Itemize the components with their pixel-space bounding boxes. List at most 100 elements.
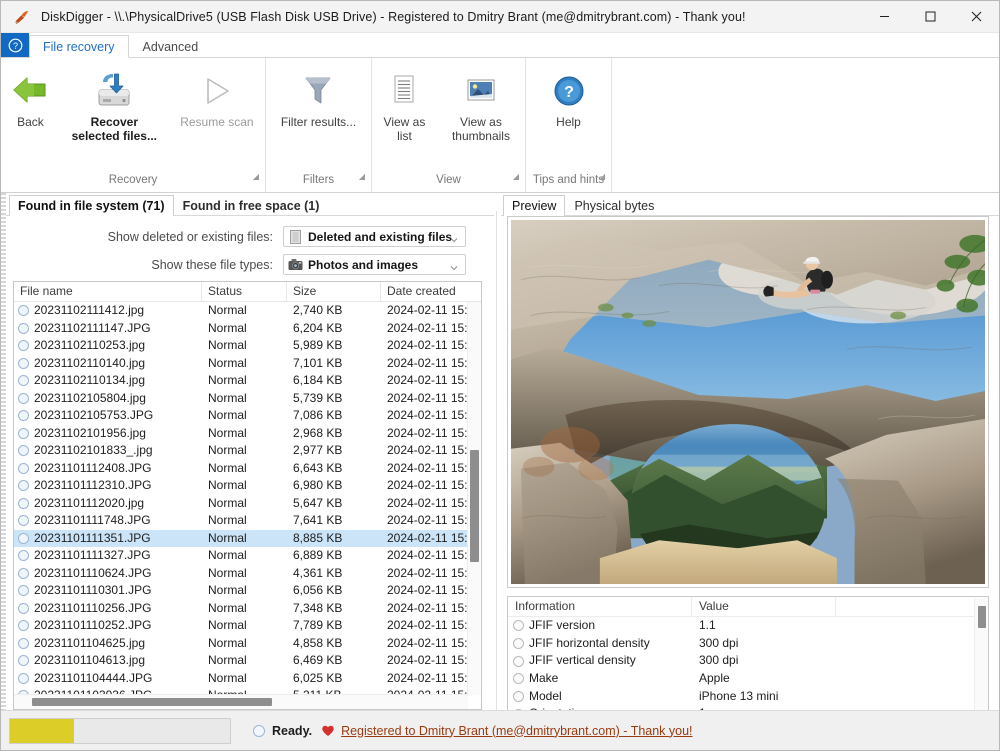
file-bullet-icon — [18, 585, 29, 596]
cell-date-created: 2024-02-11 15: — [381, 460, 481, 478]
column-header-value[interactable]: Value — [692, 597, 836, 616]
view-as-thumbnails-button[interactable]: View as thumbnails — [437, 66, 525, 143]
metadata-body[interactable]: JFIF version1.1JFIF horizontal density30… — [508, 617, 988, 714]
table-row[interactable]: 20231102101833_.jpgNormal2,977 KB2024-02… — [14, 442, 481, 460]
table-row[interactable]: 20231101112310.JPGNormal6,980 KB2024-02-… — [14, 477, 481, 495]
file-name-text: 20231101104444.JPG — [34, 670, 152, 688]
metadata-key-text: Make — [529, 670, 558, 688]
scrollbar-thumb[interactable] — [978, 606, 986, 628]
cell-status: Normal — [202, 302, 287, 320]
table-row[interactable]: 20231101112408.JPGNormal6,643 KB2024-02-… — [14, 460, 481, 478]
scrollbar-thumb[interactable] — [470, 450, 479, 562]
view-as-list-button[interactable]: View as list — [372, 66, 437, 143]
cell-file-name: 20231101110252.JPG — [14, 617, 202, 635]
column-header-date-created[interactable]: Date created — [381, 282, 481, 301]
ribbon-group-filters: Filter results... Filters ◢ — [266, 58, 372, 192]
table-row[interactable]: 20231102111147.JPGNormal6,204 KB2024-02-… — [14, 320, 481, 338]
metadata-row[interactable]: JFIF horizontal density300 dpi — [508, 635, 988, 653]
maximize-button[interactable] — [907, 1, 953, 32]
tab-preview[interactable]: Preview — [503, 195, 565, 216]
tab-found-in-free-space[interactable]: Found in free space (1) — [174, 195, 329, 216]
metadata-header: Information Value — [508, 597, 988, 617]
file-types-dropdown[interactable]: Photos and images — [283, 254, 466, 275]
table-row[interactable]: 20231101111351.JPGNormal8,885 KB2024-02-… — [14, 530, 481, 548]
cell-date-created: 2024-02-11 15: — [381, 337, 481, 355]
table-row[interactable]: 20231101104444.JPGNormal6,025 KB2024-02-… — [14, 670, 481, 688]
cell-date-created: 2024-02-11 15: — [381, 512, 481, 530]
table-row[interactable]: 20231102101956.jpgNormal2,968 KB2024-02-… — [14, 425, 481, 443]
metadata-row[interactable]: JFIF vertical density300 dpi — [508, 652, 988, 670]
tab-advanced[interactable]: Advanced — [129, 35, 213, 58]
cell-status: Normal — [202, 460, 287, 478]
cell-file-name: 20231101111351.JPG — [14, 530, 202, 548]
tab-physical-bytes[interactable]: Physical bytes — [565, 195, 663, 216]
table-row[interactable]: 20231101104613.jpgNormal6,469 KB2024-02-… — [14, 652, 481, 670]
recovery-dialog-launcher-icon[interactable]: ◢ — [253, 167, 259, 187]
registration-link[interactable]: Registered to Dmitry Brant (me@dmitrybra… — [341, 724, 692, 738]
cell-date-created: 2024-02-11 15: — [381, 425, 481, 443]
column-header-status[interactable]: Status — [202, 282, 287, 301]
table-row[interactable]: 20231101112020.jpgNormal5,647 KB2024-02-… — [14, 495, 481, 513]
file-bullet-icon — [18, 550, 29, 561]
table-row[interactable]: 20231102110134.jpgNormal6,184 KB2024-02-… — [14, 372, 481, 390]
metadata-row[interactable]: JFIF version1.1 — [508, 617, 988, 635]
table-row[interactable]: 20231101110252.JPGNormal7,789 KB2024-02-… — [14, 617, 481, 635]
cell-file-name: 20231102110134.jpg — [14, 372, 202, 390]
table-row[interactable]: 20231102105753.JPGNormal7,086 KB2024-02-… — [14, 407, 481, 425]
tab-file-recovery[interactable]: File recovery — [29, 35, 129, 58]
minimize-button[interactable] — [861, 1, 907, 32]
table-row[interactable]: 20231101110624.JPGNormal4,361 KB2024-02-… — [14, 565, 481, 583]
table-row[interactable]: 20231101111748.JPGNormal7,641 KB2024-02-… — [14, 512, 481, 530]
table-row[interactable]: 20231101104625.jpgNormal4,858 KB2024-02-… — [14, 635, 481, 653]
table-row[interactable]: 20231102110253.jpgNormal5,989 KB2024-02-… — [14, 337, 481, 355]
metadata-table: Information Value JFIF version1.1JFIF ho… — [507, 596, 989, 714]
app-help-button[interactable]: ? — [1, 33, 29, 57]
file-list-vertical-scrollbar[interactable] — [467, 302, 481, 695]
file-name-text: 20231101110256.JPG — [34, 600, 151, 618]
cell-status: Normal — [202, 407, 287, 425]
tab-found-in-file-system[interactable]: Found in file system (71) — [9, 195, 174, 216]
file-name-text: 20231101110301.JPG — [34, 582, 151, 600]
scrollbar-thumb[interactable] — [32, 698, 272, 706]
cell-size: 4,858 KB — [287, 635, 381, 653]
cell-status: Normal — [202, 372, 287, 390]
cell-size: 5,739 KB — [287, 390, 381, 408]
cell-size: 8,885 KB — [287, 530, 381, 548]
metadata-row[interactable]: ModeliPhone 13 mini — [508, 688, 988, 706]
file-bullet-icon — [18, 480, 29, 491]
file-list-body[interactable]: 20231102111412.jpgNormal2,740 KB2024-02-… — [14, 302, 481, 709]
resume-scan-button[interactable]: Resume scan — [174, 66, 259, 129]
column-header-file-name[interactable]: File name — [14, 282, 202, 301]
column-header-information[interactable]: Information — [508, 597, 692, 616]
file-name-text: 20231101112020.jpg — [34, 495, 144, 513]
column-header-size[interactable]: Size — [287, 282, 381, 301]
pane-splitter[interactable] — [494, 193, 501, 722]
deleted-existing-dropdown[interactable]: Deleted and existing files — [283, 226, 466, 247]
table-row[interactable]: 20231101110256.JPGNormal7,348 KB2024-02-… — [14, 600, 481, 618]
close-button[interactable] — [953, 1, 999, 32]
metadata-key-text: JFIF vertical density — [529, 652, 636, 670]
metadata-vertical-scrollbar[interactable] — [974, 598, 988, 712]
metadata-bullet-icon — [513, 638, 524, 649]
cell-file-name: 20231102105753.JPG — [14, 407, 202, 425]
view-dialog-launcher-icon[interactable]: ◢ — [513, 167, 519, 187]
file-name-text: 20231102110253.jpg — [34, 337, 145, 355]
back-button[interactable]: Back — [6, 66, 54, 129]
tips-dialog-launcher-icon[interactable]: ◢ — [599, 167, 605, 187]
metadata-row[interactable]: MakeApple — [508, 670, 988, 688]
help-button[interactable]: ? Help — [546, 66, 592, 129]
column-header-extra[interactable] — [836, 597, 988, 616]
table-row[interactable]: 20231102111412.jpgNormal2,740 KB2024-02-… — [14, 302, 481, 320]
cell-date-created: 2024-02-11 15: — [381, 670, 481, 688]
file-list-horizontal-scrollbar[interactable] — [14, 694, 468, 709]
filters-dialog-launcher-icon[interactable]: ◢ — [359, 167, 365, 187]
filter-results-button[interactable]: Filter results... — [275, 66, 362, 129]
file-bullet-icon — [18, 533, 29, 544]
table-row[interactable]: 20231102105804.jpgNormal5,739 KB2024-02-… — [14, 390, 481, 408]
recover-selected-files-button[interactable]: Recover selected files... — [65, 66, 163, 143]
ribbon: Back Recover selected files... — [1, 58, 999, 193]
table-row[interactable]: 20231101110301.JPGNormal6,056 KB2024-02-… — [14, 582, 481, 600]
table-row[interactable]: 20231102110140.jpgNormal7,101 KB2024-02-… — [14, 355, 481, 373]
file-list-header: File name Status Size Date created — [14, 282, 481, 302]
table-row[interactable]: 20231101111327.JPGNormal6,889 KB2024-02-… — [14, 547, 481, 565]
